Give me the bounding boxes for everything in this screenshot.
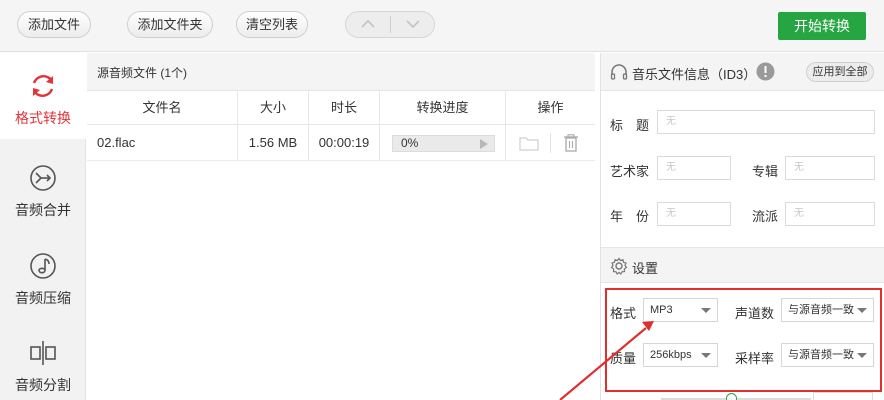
- annotation-arrow: [559, 321, 654, 400]
- app-window: 添加文件 添加文件夹 清空列表 开始转换 格式转换 音频合并 音频压缩 音频分割…: [0, 0, 884, 400]
